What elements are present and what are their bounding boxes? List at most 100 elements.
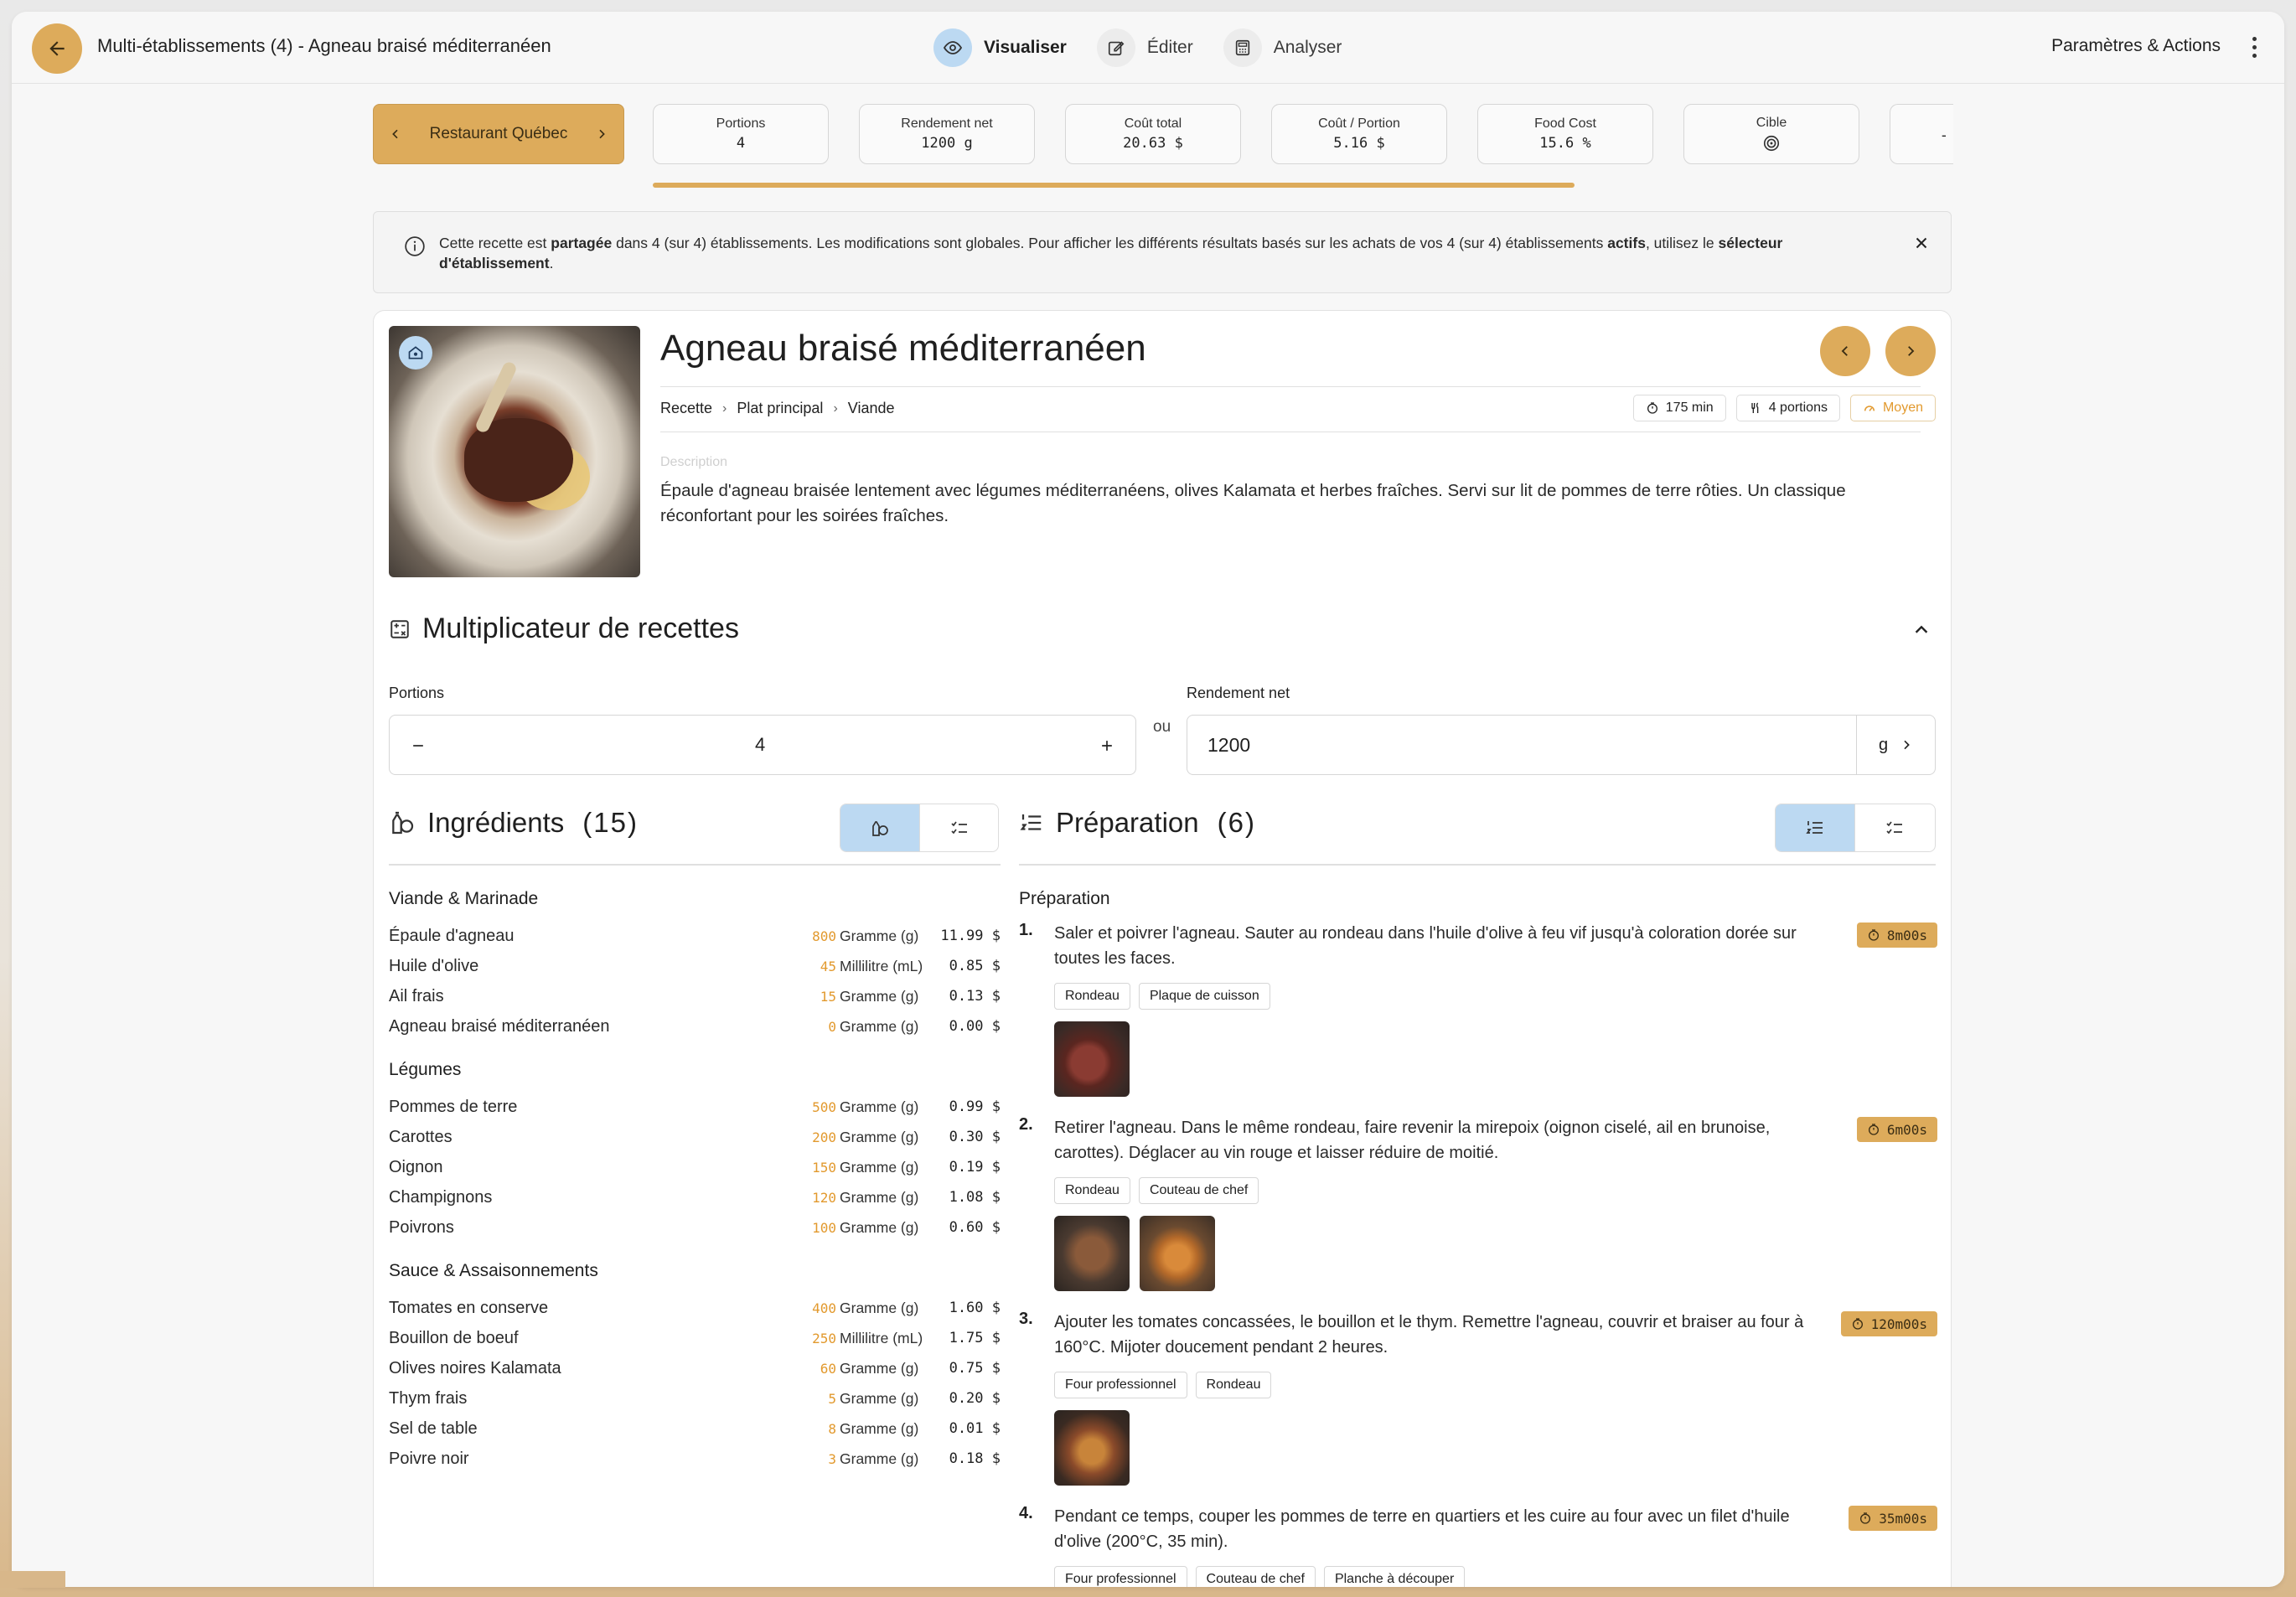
page-title: Multi-établissements (4) - Agneau braisé…	[97, 35, 551, 56]
edit-icon	[1096, 28, 1135, 67]
portions-stepper[interactable]: 4	[389, 715, 1136, 775]
ingredient-row[interactable]: Sel de table 8 Gramme (g) 0.01 $	[389, 1414, 1001, 1444]
restaurant-selector[interactable]: Restaurant Québec	[373, 104, 624, 164]
gauge-icon	[1864, 406, 1875, 411]
equipment-tag: Plaque de cuisson	[1138, 983, 1270, 1010]
group-title: Sauce & Assaisonnements	[389, 1261, 598, 1280]
chevron-up-icon[interactable]	[1912, 621, 1931, 639]
equipment-tag: Rondeau	[1195, 1372, 1272, 1398]
ingredient-row[interactable]: Agneau braisé méditerranéen 0 Gramme (g) 0.…	[389, 1011, 1001, 1041]
more-options-icon[interactable]	[2247, 30, 2261, 64]
restaurant-name: Restaurant Québec	[429, 125, 568, 142]
ingredient-row[interactable]: Carottes 200 Gramme (g) 0.30 $	[389, 1122, 1001, 1152]
metric-label: Portions	[716, 116, 766, 131]
minus-icon[interactable]	[410, 737, 427, 754]
checklist-view-button[interactable]	[919, 804, 998, 851]
timer-icon	[1852, 1318, 1863, 1330]
ingredient-row[interactable]: Poivrons 100 Gramme (g) 0.60 $	[389, 1212, 1001, 1243]
step-item: 2. Retirer l'agneau. Dans le même rondea…	[1019, 1115, 1937, 1291]
ingredient-row[interactable]: Bouillon de boeuf 250 Millilitre (mL) 1.75 …	[389, 1323, 1001, 1353]
step-text: Pendant ce temps, couper les pommes de t…	[1054, 1507, 1790, 1551]
metric-label: Rendement net	[901, 116, 993, 131]
preparation-header: Préparation (6)	[1019, 807, 1256, 839]
step-number: 3.	[1019, 1310, 1033, 1328]
portions-value[interactable]: 4	[755, 734, 765, 756]
breadcrumb-item[interactable]: Recette	[660, 400, 712, 417]
next-recipe-button[interactable]	[1885, 326, 1936, 376]
recipe-photo	[389, 326, 640, 577]
step-photo[interactable]	[1054, 1021, 1130, 1097]
ingredient-row[interactable]: Tomates en conserve 400 Gramme (g) 1.60 $	[389, 1293, 1001, 1323]
plus-icon[interactable]	[1099, 737, 1115, 754]
ingredient-row[interactable]: Oignon 150 Gramme (g) 0.19 $	[389, 1152, 1001, 1182]
ingredient-row[interactable]: Ail frais 15 Gramme (g) 0.13 $	[389, 981, 1001, 1011]
metric-cible[interactable]: Cible	[1683, 104, 1859, 164]
group-title: Viande & Marinade	[389, 889, 539, 908]
shared-recipe-banner: Cette recette est partagée dans 4 (sur 4…	[373, 211, 1952, 293]
metric-value: 4	[736, 135, 746, 152]
metrics-scrollbar[interactable]	[653, 183, 1575, 188]
utensils-icon	[1751, 402, 1759, 413]
tab-analyser[interactable]: Analyser	[1223, 27, 1342, 69]
tab-editer-label: Éditer	[1146, 38, 1193, 57]
metrics-bar: Restaurant Québec Portions 4 Rendement n…	[361, 101, 1953, 188]
divider	[389, 864, 1001, 866]
step-timer[interactable]: 35m00s	[1849, 1506, 1937, 1531]
steps-view-button[interactable]	[1776, 804, 1854, 851]
ingredients-icon	[872, 821, 888, 836]
step-text: Retirer l'agneau. Dans le même rondeau, …	[1054, 1119, 1771, 1162]
step-photo[interactable]	[1054, 1216, 1130, 1291]
timer-icon	[1860, 1512, 1871, 1524]
equipment-tag: Rondeau	[1054, 983, 1130, 1010]
timer-icon	[1868, 929, 1879, 941]
preparation-list: Préparation 1. Saler et poivrer l'agneau…	[1019, 889, 1937, 1587]
divider	[660, 386, 1921, 387]
tab-visualiser[interactable]: Visualiser	[933, 27, 1067, 69]
divider	[1019, 864, 1936, 866]
breadcrumb-item[interactable]: Viande	[848, 400, 895, 417]
tab-visualiser-label: Visualiser	[984, 38, 1067, 57]
ingredient-row[interactable]: Olives noires Kalamata 60 Gramme (g) 0.75 $	[389, 1353, 1001, 1383]
numbered-list-icon	[1020, 814, 1042, 830]
calculator-icon	[1223, 28, 1262, 67]
step-timer[interactable]: 6m00s	[1856, 1117, 1937, 1142]
unit-label: g	[1878, 735, 1889, 754]
ingredient-row[interactable]: Champignons 120 Gramme (g) 1.08 $	[389, 1182, 1001, 1212]
ingredient-row[interactable]: Thym frais 5 Gramme (g) 0.20 $	[389, 1383, 1001, 1414]
chevron-left-icon	[392, 129, 398, 139]
ingredient-row[interactable]: Poivre noir 3 Gramme (g) 0.18 $	[389, 1444, 1001, 1474]
ingredient-row[interactable]: Pommes de terre 500 Gramme (g) 0.99 $	[389, 1092, 1001, 1122]
metric-portions: Portions 4	[653, 104, 829, 164]
app-window: Multi-établissements (4) - Agneau braisé…	[12, 12, 2284, 1587]
yield-value[interactable]: 1200	[1207, 734, 1250, 757]
step-timer[interactable]: 120m00s	[1840, 1311, 1937, 1336]
tab-editer[interactable]: Éditer	[1096, 27, 1193, 69]
equipment-tag: Couteau de chef	[1195, 1566, 1316, 1587]
yield-input[interactable]: 1200 g	[1187, 715, 1936, 775]
mode-tabs: Visualiser Éditer Analyser	[933, 27, 1342, 69]
checklist-view-button[interactable]	[1854, 804, 1933, 851]
yield-label: Rendement net	[1187, 685, 1290, 701]
previous-recipe-button[interactable]	[1820, 326, 1870, 376]
step-timer[interactable]: 8m00s	[1856, 923, 1937, 948]
step-photo[interactable]	[1140, 1216, 1215, 1291]
preparation-title: Préparation	[1056, 807, 1199, 838]
metric-overflow: -	[1890, 104, 1953, 164]
back-button[interactable]	[32, 23, 82, 74]
breadcrumb-item[interactable]: Plat principal	[737, 400, 823, 417]
eye-icon	[933, 28, 972, 67]
ingredients-view-toggle	[840, 804, 999, 852]
timer-icon	[1868, 1124, 1879, 1135]
ingredient-row[interactable]: Épaule d'agneau 800 Gramme (g) 11.99 $	[389, 921, 1001, 951]
settings-actions-link[interactable]: Paramètres & Actions	[2051, 36, 2221, 56]
ingredients-header: Ingrédients (15)	[389, 807, 639, 839]
ingredients-count: (15)	[582, 807, 639, 838]
multiplier-header: Multiplicateur de recettes	[389, 612, 739, 645]
close-icon[interactable]	[1912, 234, 1931, 252]
unit-selector[interactable]: g	[1856, 716, 1935, 774]
ingredients-view-button[interactable]	[840, 804, 919, 851]
ingredient-row[interactable]: Huile d'olive 45 Millilitre (mL) 0.85 $	[389, 951, 1001, 981]
metric-value: 20.63 $	[1123, 135, 1183, 152]
ingredients-icon	[392, 811, 414, 835]
step-photo[interactable]	[1054, 1410, 1130, 1486]
